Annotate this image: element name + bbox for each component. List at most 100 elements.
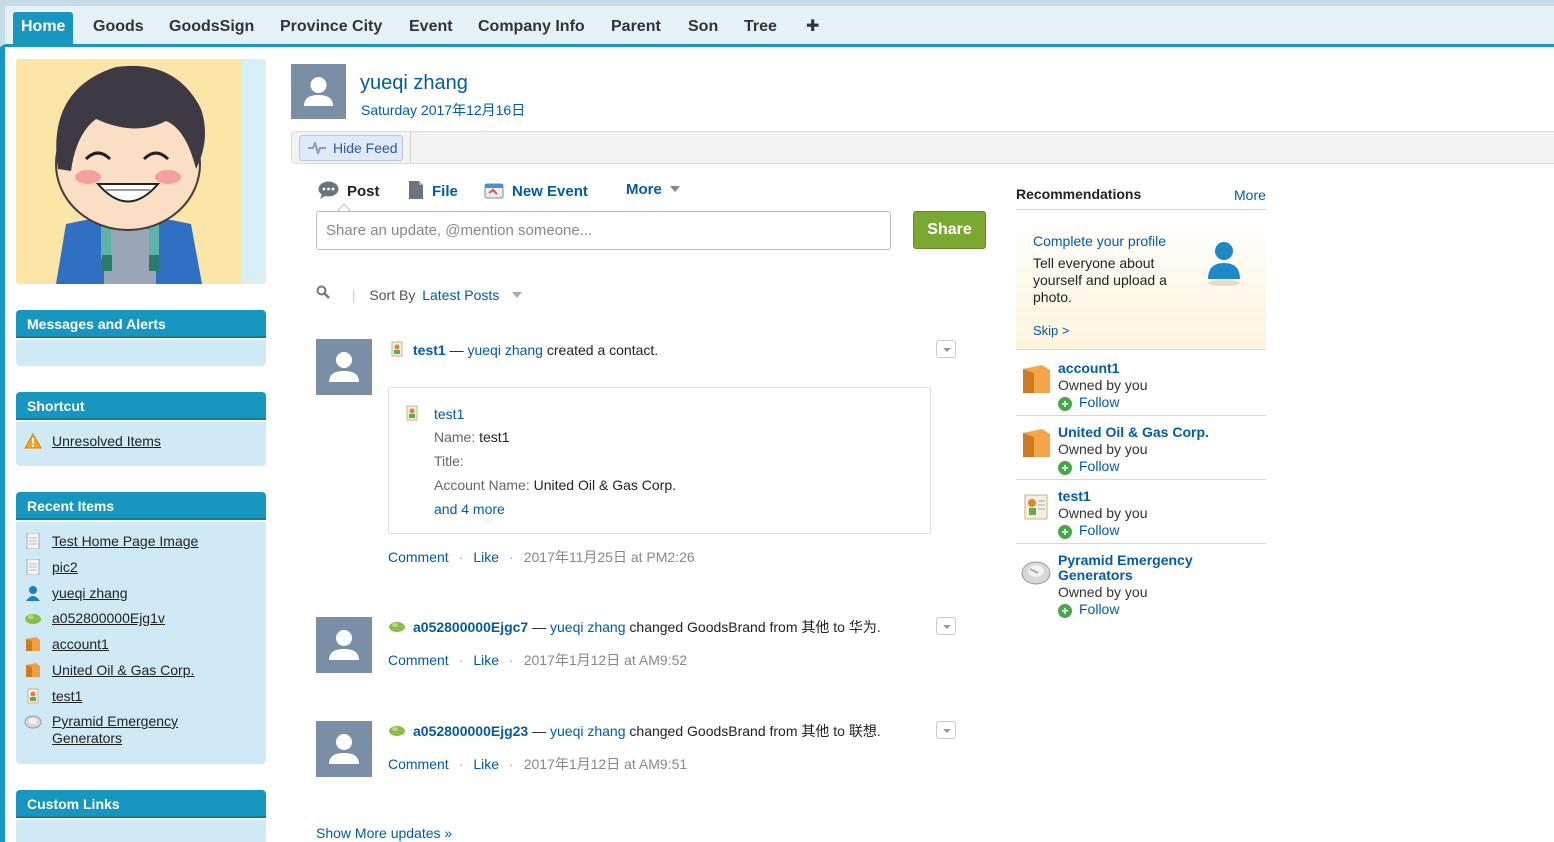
contact-icon [27,688,39,704]
recommendations-more-link[interactable]: More [1234,186,1266,204]
recent-item-a052800000ejg1v[interactable]: a052800000Ejg1v [24,610,165,627]
comment-link[interactable]: Comment [388,652,449,668]
add-tab-icon[interactable]: ✚ [798,12,827,44]
recommendation-owner: Owned by you [1058,505,1148,521]
asset-icon [24,715,42,729]
left-edge-bar [0,47,5,842]
like-link[interactable]: Like [473,652,499,668]
recommendation-name[interactable]: test1 [1058,488,1091,505]
contact-icon [406,405,418,421]
show-more-updates-link[interactable]: Show More updates » [316,824,452,842]
custom-links-body [16,820,266,842]
tab-event[interactable]: Event [401,12,461,44]
feed-item-3-user-link[interactable]: yueqi zhang [550,723,626,739]
recommendation-name[interactable]: account1 [1058,360,1119,377]
user-silhouette-icon [329,734,359,764]
feed-toolbar: Hide Feed [291,131,1554,164]
shortcut-unresolved-items[interactable]: Unresolved Items [24,433,161,450]
tab-tree[interactable]: Tree [736,12,785,44]
document-icon [26,559,40,575]
tab-parent[interactable]: Parent [603,12,669,44]
tab-bar: Home Goods GoodsSign Province City Event… [0,0,1554,47]
recent-item-pic2[interactable]: pic2 [24,559,78,576]
complete-profile-text: Tell everyone about yourself and upload … [1033,255,1167,305]
share-update-input[interactable] [316,211,891,250]
comment-link[interactable]: Comment [388,549,449,565]
profile-person-icon [1208,242,1240,286]
recommendation-name-line2[interactable]: Generators [1058,567,1133,584]
recent-item-account1[interactable]: account1 [24,636,109,653]
skip-link[interactable]: Skip > [1033,322,1070,339]
recent-item-test-home-page-image[interactable]: Test Home Page Image [24,533,198,550]
timestamp[interactable]: 2017年11月25日 at PM2:26 [524,549,695,565]
contact-card-title: Title: [434,453,464,469]
feed-item-2-menu-button[interactable] [936,617,956,635]
plus-icon: + [1058,461,1072,475]
like-link[interactable]: Like [473,756,499,772]
feed-item-3-record-link[interactable]: a052800000Ejg23 [413,723,528,739]
tab-company-info[interactable]: Company Info [470,12,593,44]
feed-item-3-photo[interactable] [316,721,372,777]
feed-item-2-user-link[interactable]: yueqi zhang [550,619,626,635]
recent-item-test1[interactable]: test1 [24,688,82,705]
tab-province-city[interactable]: Province City [272,12,390,44]
recent-item-united-oil[interactable]: United Oil & Gas Corp. [24,662,194,679]
comment-link[interactable]: Comment [388,756,449,772]
recommendation-united-oil: United Oil & Gas Corp. Owned by you + Fol… [1016,417,1266,480]
user-avatar[interactable] [16,59,266,284]
profile-photo[interactable] [291,64,346,119]
folder-icon [1023,365,1050,393]
goods-icon [389,726,405,736]
follow-button[interactable]: + Follow [1058,522,1119,539]
feed-item-1-menu-button[interactable] [936,340,956,358]
feed-item-2-photo[interactable] [316,617,372,673]
contact-icon [1024,494,1048,520]
timestamp[interactable]: 2017年1月12日 at AM9:52 [524,652,687,668]
contact-card-record-link[interactable]: test1 [434,405,464,423]
publisher-file-tab[interactable]: File [408,181,458,201]
recommendation-test1: test1 Owned by you + Follow [1016,481,1266,544]
publisher-post-tab[interactable]: Post [318,181,380,201]
feed-item-1-user-link[interactable]: yueqi zhang [467,342,543,358]
feed-item-1-record-link[interactable]: test1 [413,342,446,358]
sort-label: Sort By [369,287,416,303]
folder-icon [1023,429,1050,457]
contact-card-more-link[interactable]: and 4 more [434,500,505,518]
custom-links-header: Custom Links [16,790,266,818]
hide-feed-button[interactable]: Hide Feed [299,135,403,161]
feed-item-2-record-link[interactable]: a052800000Ejgc7 [413,619,528,635]
recent-item-pyramid[interactable]: Pyramid Emergency [24,713,178,730]
tab-home[interactable]: Home [13,12,74,47]
profile-name[interactable]: yueqi zhang [360,72,468,95]
follow-button[interactable]: + Follow [1058,394,1119,411]
document-icon [26,533,40,549]
sort-chevron-down-icon[interactable] [512,291,523,299]
folder-icon [26,637,40,651]
sort-value[interactable]: Latest Posts [422,287,499,303]
feed-item-1-title: test1 — yueqi zhang created a contact. [388,340,658,359]
contact-card-account: Account Name: United Oil & Gas Corp. [434,477,676,493]
timestamp[interactable]: 2017年1月12日 at AM9:51 [524,756,687,772]
recommendation-owner: Owned by you [1058,377,1148,393]
feed-item-3-menu-button[interactable] [936,721,956,739]
share-button[interactable]: Share [913,211,986,249]
folder-icon [26,663,40,677]
feed-item-1-photo[interactable] [316,339,372,395]
complete-profile-link[interactable]: Complete your profile [1033,233,1166,250]
recommendation-name[interactable]: United Oil & Gas Corp. [1058,424,1209,441]
complete-profile-card: Complete your profile Tell everyone abou… [1016,213,1266,350]
recent-item-pyramid-line2[interactable]: Generators [52,730,122,747]
publisher-more-tab[interactable]: More [626,181,681,199]
feed-item-3-title: a052800000Ejg23 — yueqi zhang changed Go… [388,721,881,740]
like-link[interactable]: Like [473,549,499,565]
tab-goods[interactable]: Goods [85,12,152,44]
publisher-new-event-tab[interactable]: New Event [484,181,588,201]
follow-button[interactable]: + Follow [1058,601,1119,618]
search-icon[interactable] [316,285,330,299]
recent-item-yueqi-zhang[interactable]: yueqi zhang [24,585,128,602]
tab-son[interactable]: Son [680,12,726,44]
follow-button[interactable]: + Follow [1058,458,1119,475]
tab-goodssign[interactable]: GoodsSign [161,12,262,44]
recommendation-account1: account1 Owned by you + Follow [1016,353,1266,416]
toolbar-divider [410,132,411,163]
